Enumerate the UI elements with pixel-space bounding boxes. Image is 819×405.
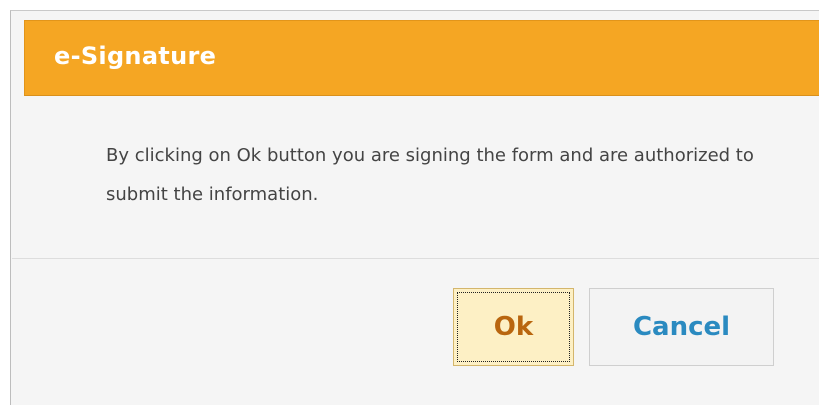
dialog-title: e-Signature [54, 42, 217, 70]
dialog-message: By clicking on Ok button you are signing… [106, 145, 754, 205]
ok-button[interactable]: Ok [453, 288, 574, 366]
e-signature-dialog: e-Signature By clicking on Ok button you… [10, 10, 819, 405]
cancel-button[interactable]: Cancel [589, 288, 774, 366]
cancel-button-label: Cancel [632, 312, 731, 342]
dialog-header: e-Signature [24, 20, 819, 96]
dialog-divider [12, 258, 819, 259]
ok-button-label: Ok [493, 312, 534, 342]
